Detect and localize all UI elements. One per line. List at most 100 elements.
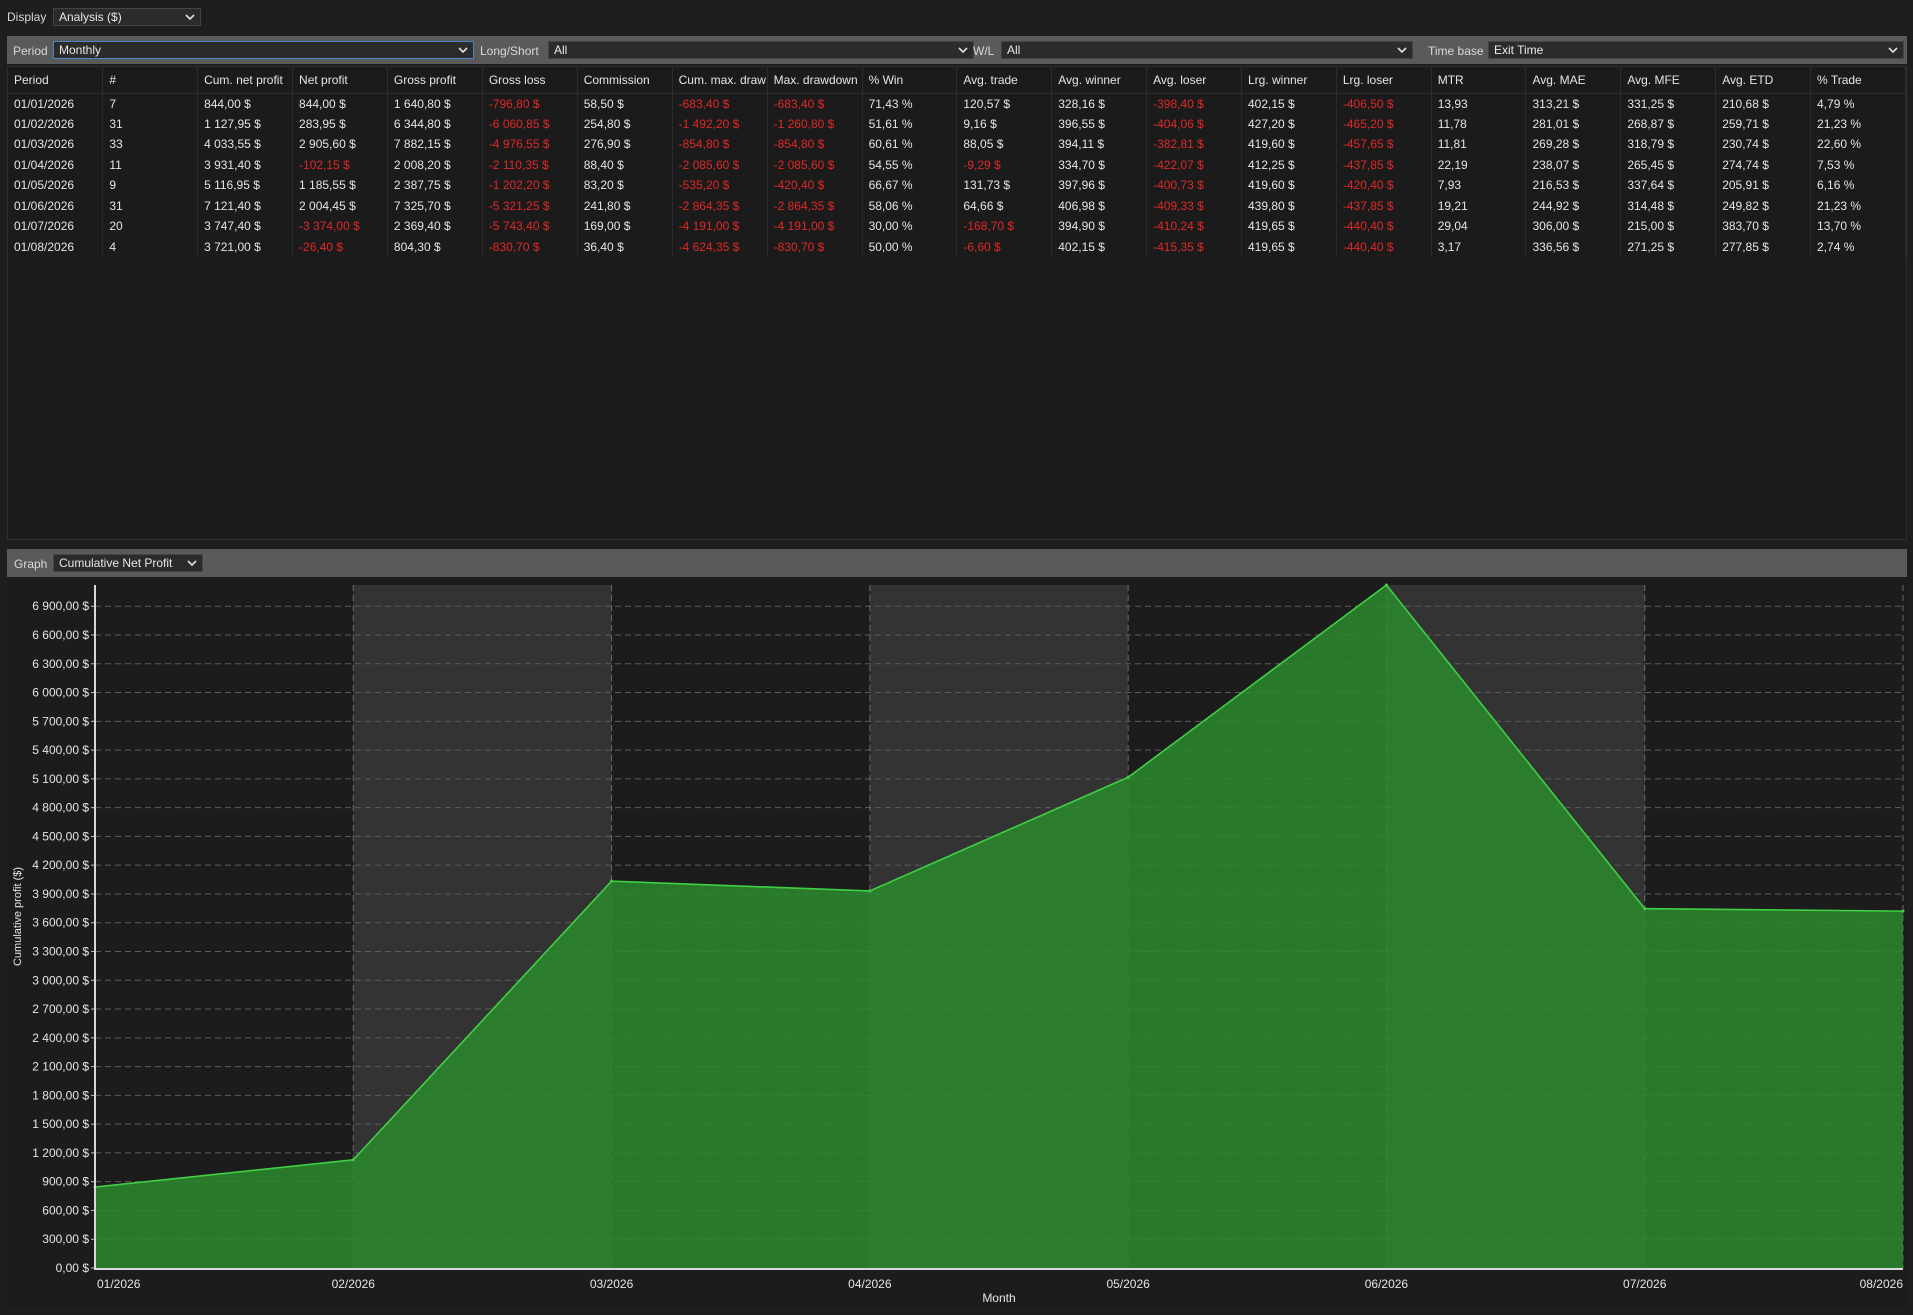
table-cell: 21,23 % [1810,113,1906,134]
column-header[interactable]: Avg. ETD [1715,67,1812,94]
table-cell: 13,93 [1431,93,1527,114]
y-tick-label: 6 000,00 $ [32,686,89,700]
filter-bar: Period Monthly Long/Short All W/L All Ti… [7,36,1907,64]
x-tick-label: 06/2026 [1365,1277,1409,1291]
column-header[interactable]: Avg. loser [1146,67,1242,94]
table-cell: 2 369,40 $ [387,216,483,237]
table-row[interactable]: 01/03/2026 33 4 033,55 $2 905,60 $7 882,15… [8,134,1906,155]
table-row[interactable]: 01/02/2026 31 1 127,95 $283,95 $6 344,80 $… [8,113,1906,134]
table-cell: 21,23 % [1810,195,1906,216]
y-tick-label: 4 800,00 $ [32,801,89,815]
x-tick-label: 08/2026 [1860,1277,1904,1291]
table-cell: 419,60 $ [1241,134,1337,155]
period-select[interactable]: Monthly [53,41,474,59]
table-cell: 419,60 $ [1241,175,1337,196]
table-cell: 01/06/2026 [8,195,104,216]
column-header[interactable]: # [102,67,199,94]
graph-select[interactable]: Cumulative Net Profit [53,554,203,572]
time-base-label: Time base [1428,44,1484,58]
table-cell: 274,74 $ [1715,154,1812,175]
column-header[interactable]: Avg. winner [1051,67,1148,94]
y-tick-label: 2 700,00 $ [32,1002,89,1016]
table-row[interactable]: 01/07/2026 20 3 747,40 $ -3 374,00 $2 369,4… [8,216,1906,237]
column-header[interactable]: Net profit [292,67,388,94]
table-row[interactable]: 01/05/2026 9 5 116,95 $1 185,55 $2 387,75 … [8,175,1906,196]
table-cell: 7,53 % [1810,154,1906,175]
wl-select[interactable]: All [1001,41,1413,59]
column-header[interactable]: Gross profit [387,67,483,94]
x-tick-label: 01/2026 [97,1277,141,1291]
table-cell: 7 121,40 $ [197,195,294,216]
table-cell: 120,57 $ [956,93,1053,114]
table-cell: 54,55 % [862,154,958,175]
table-cell: 58,06 % [862,195,958,216]
column-header[interactable]: Gross loss [482,67,578,94]
y-tick-label: 3 000,00 $ [32,973,89,987]
table-cell: -404,06 $ [1146,113,1242,134]
table-cell: 169,00 $ [577,216,673,237]
table-cell: 2 905,60 $ [292,134,388,155]
column-header[interactable]: Lrg. loser [1336,67,1432,94]
table-row[interactable]: 01/04/2026 11 3 931,40 $ -102,15 $2 008,20 … [8,154,1906,175]
time-base-value: Exit Time [1494,43,1544,57]
display-value: Analysis ($) [59,10,122,24]
column-header[interactable]: Period [8,67,104,94]
x-tick-label: 03/2026 [590,1277,634,1291]
table-cell: 2 387,75 $ [387,175,483,196]
table-cell: 2 008,20 $ [387,154,483,175]
column-header[interactable]: Lrg. winner [1241,67,1337,94]
column-header[interactable]: Cum. net profit [197,67,294,94]
table-cell: 131,73 $ [956,175,1053,196]
table-cell: 283,95 $ [292,113,388,134]
table-row[interactable]: 01/08/2026 4 3 721,00 $ -26,40 $804,30 $ -83… [8,236,1906,257]
column-header[interactable]: Avg. trade [956,67,1053,94]
table-cell: 7 882,15 $ [387,134,483,155]
table-cell: 01/03/2026 [8,134,104,155]
table-cell: 844,00 $ [197,93,294,114]
table-cell: 268,87 $ [1620,113,1717,134]
table-cell: -406,50 $ [1336,93,1432,114]
table-cell: -4 624,35 $ [672,236,768,257]
table-cell: -5 743,40 $ [482,216,578,237]
x-tick-label: 04/2026 [848,1277,892,1291]
long-short-select[interactable]: All [548,41,974,59]
table-cell: 419,65 $ [1241,236,1337,257]
table-cell: -26,40 $ [292,236,388,257]
table-cell: 7 [102,93,199,114]
table-cell: -1 260,80 $ [767,113,863,134]
table-cell: -102,15 $ [292,154,388,175]
column-header[interactable]: Commission [577,67,673,94]
table-cell: -796,80 $ [482,93,578,114]
x-axis-title: Month [982,1291,1015,1305]
table-cell: -440,40 $ [1336,216,1432,237]
column-header[interactable]: Max. drawdown [767,67,863,94]
column-header[interactable]: Avg. MFE [1620,67,1717,94]
column-header[interactable]: Cum. max. draw [672,67,768,94]
table-cell: 51,61 % [862,113,958,134]
column-header[interactable]: % Trade [1810,67,1906,94]
table-cell: 281,01 $ [1525,113,1622,134]
table-cell: 271,25 $ [1620,236,1717,257]
table-row[interactable]: 01/06/2026 31 7 121,40 $2 004,45 $7 325,70… [8,195,1906,216]
table-row[interactable]: 01/01/2026 7 844,00 $844,00 $1 640,80 $ -79… [8,93,1906,114]
display-select[interactable]: Analysis ($) [53,8,201,26]
table-cell: 1 127,95 $ [197,113,294,134]
wl-value: All [1007,43,1021,57]
column-header[interactable]: MTR [1431,67,1527,94]
table-header-row: Period # Cum. net profit Net profit Gross pr… [8,67,1906,94]
graph-bar: Graph Cumulative Net Profit [7,549,1907,577]
time-base-select[interactable]: Exit Time [1488,41,1904,59]
column-header[interactable]: % Win [862,67,958,94]
table-cell: 3,17 [1431,236,1527,257]
table-cell: 394,11 $ [1051,134,1148,155]
table-cell: 01/07/2026 [8,216,104,237]
y-tick-label: 900,00 $ [42,1175,89,1189]
column-header[interactable]: Avg. MAE [1525,67,1622,94]
table-cell: -2 110,35 $ [482,154,578,175]
table-cell: 844,00 $ [292,93,388,114]
table-cell: 88,05 $ [956,134,1053,155]
table-cell: -420,40 $ [1336,175,1432,196]
chevron-down-icon [457,42,469,58]
y-tick-label: 3 300,00 $ [32,945,89,959]
table-cell: 412,25 $ [1241,154,1337,175]
